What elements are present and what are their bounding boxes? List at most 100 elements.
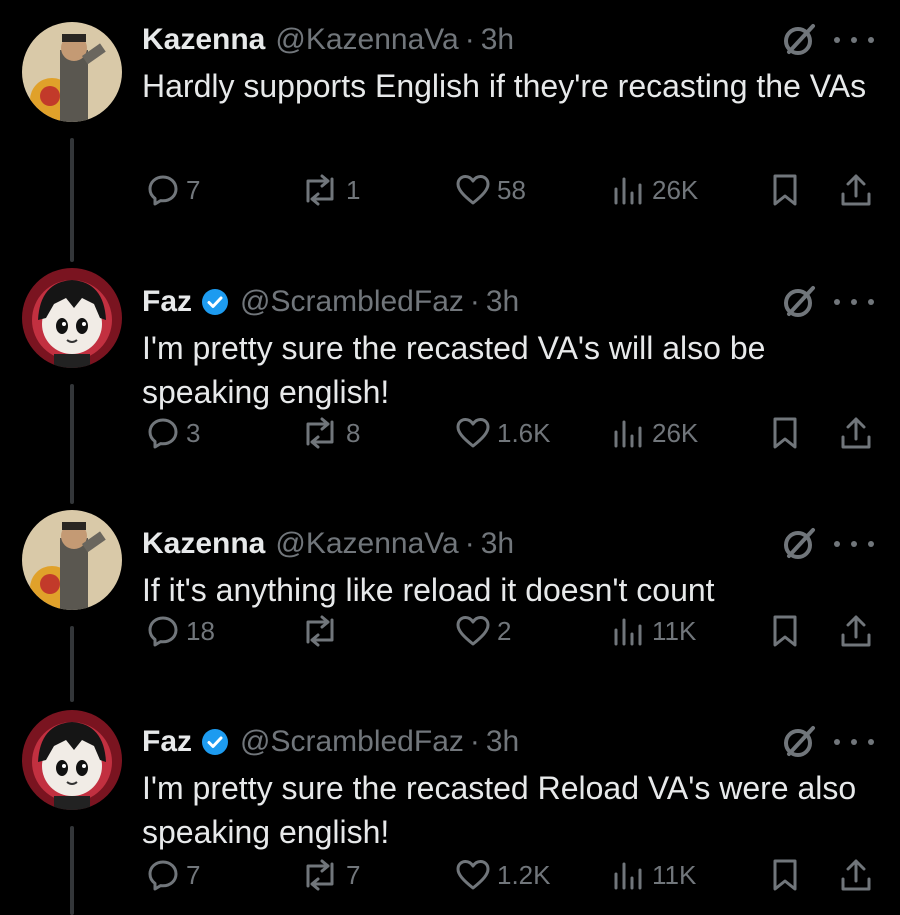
tweet-header: Kazenna @KazennaVa · 3h	[142, 524, 514, 564]
like-button[interactable]: 2	[455, 611, 511, 651]
tweet-text: I'm pretty sure the recasted VA's will a…	[142, 330, 766, 410]
repost-icon	[306, 859, 334, 891]
reply-icon	[148, 418, 178, 449]
avatar-faz[interactable]	[22, 710, 122, 810]
like-button[interactable]: 1.6K	[455, 413, 551, 453]
bookmark-button[interactable]	[768, 611, 802, 651]
reply-count: 18	[186, 615, 215, 646]
tweet-actions: 3 8 1.6K 26K	[0, 413, 900, 453]
verified-badge-icon[interactable]	[200, 727, 230, 757]
separator-dot: ·	[464, 527, 475, 560]
tweet-text: Hardly supports English if they're recas…	[142, 68, 867, 104]
like-button[interactable]: 58	[455, 170, 526, 210]
tweet-text: I'm pretty sure the recasted Reload VA's…	[142, 770, 857, 850]
bookmark-icon	[773, 174, 797, 206]
like-count: 58	[497, 174, 526, 205]
grok-icon[interactable]	[781, 22, 817, 58]
grok-icon[interactable]	[781, 724, 817, 760]
share-icon	[841, 417, 871, 449]
tweet-actions: 18 2 11K	[0, 611, 900, 651]
views-icon	[614, 177, 642, 205]
repost-button[interactable]: 8	[300, 413, 360, 453]
bookmark-button[interactable]	[768, 855, 802, 895]
bookmark-icon	[773, 417, 797, 449]
reply-icon	[148, 860, 178, 891]
reply-button[interactable]: 7	[146, 170, 200, 210]
display-name[interactable]: Faz	[142, 285, 192, 319]
reply-icon	[148, 175, 178, 206]
repost-button[interactable]: 1	[300, 170, 360, 210]
views-icon	[614, 618, 642, 646]
tweet[interactable]: Kazenna @KazennaVa · 3h Hardly supports …	[0, 0, 900, 262]
bookmark-button[interactable]	[768, 413, 802, 453]
repost-icon	[306, 615, 334, 647]
user-handle[interactable]: @ScrambledFaz	[240, 725, 464, 759]
views-count: 26K	[652, 174, 699, 205]
share-button[interactable]	[838, 413, 874, 453]
bookmark-button[interactable]	[768, 170, 802, 210]
repost-count: 7	[346, 859, 361, 890]
user-handle[interactable]: @KazennaVa	[275, 527, 458, 561]
avatar-kazenna[interactable]	[22, 510, 122, 610]
more-icon[interactable]	[834, 284, 874, 320]
views-button[interactable]: 26K	[610, 170, 698, 210]
tweet[interactable]: Faz @ScrambledFaz · 3h I'm pretty sure t…	[0, 702, 900, 915]
share-icon	[841, 615, 871, 647]
verified-badge-icon[interactable]	[200, 287, 230, 317]
repost-count: 8	[346, 417, 361, 448]
like-button[interactable]: 1.2K	[455, 855, 551, 895]
views-icon	[614, 420, 642, 448]
reply-button[interactable]: 18	[146, 611, 215, 651]
tweet-actions: 7 7 1.2K 11K	[0, 855, 900, 895]
more-icon[interactable]	[834, 526, 874, 562]
like-count: 2	[497, 615, 512, 646]
reply-count: 7	[186, 859, 201, 890]
timestamp[interactable]: 3h	[486, 725, 519, 759]
user-handle[interactable]: @ScrambledFaz	[240, 285, 464, 319]
bookmark-icon	[773, 615, 797, 647]
more-icon[interactable]	[834, 724, 874, 760]
timestamp[interactable]: 3h	[481, 527, 514, 561]
reply-button[interactable]: 3	[146, 413, 200, 453]
reply-thread: Kazenna @KazennaVa · 3h Hardly supports …	[0, 0, 900, 915]
reply-count: 3	[186, 417, 201, 448]
views-count: 11K	[652, 859, 697, 890]
repost-count: 1	[346, 174, 361, 205]
tweet-header: Faz @ScrambledFaz · 3h	[142, 722, 519, 762]
repost-icon	[306, 174, 334, 206]
views-button[interactable]: 26K	[610, 413, 698, 453]
heart-icon	[456, 418, 490, 448]
repost-button[interactable]	[300, 611, 346, 651]
timestamp[interactable]: 3h	[486, 285, 519, 319]
views-button[interactable]: 11K	[610, 855, 696, 895]
user-handle[interactable]: @KazennaVa	[275, 23, 458, 57]
share-button[interactable]	[838, 611, 874, 651]
timestamp[interactable]: 3h	[481, 23, 514, 57]
share-button[interactable]	[838, 170, 874, 210]
heart-icon	[456, 860, 490, 890]
display-name[interactable]: Kazenna	[142, 527, 265, 561]
heart-icon	[456, 616, 490, 646]
avatar-faz[interactable]	[22, 268, 122, 368]
separator-dot: ·	[464, 23, 475, 56]
tweet-text: If it's anything like reload it doesn't …	[142, 572, 715, 608]
share-icon	[841, 859, 871, 891]
avatar-kazenna[interactable]	[22, 22, 122, 122]
reply-button[interactable]: 7	[146, 855, 200, 895]
display-name[interactable]: Faz	[142, 725, 192, 759]
tweet[interactable]: Faz @ScrambledFaz · 3h I'm pretty sure t…	[0, 262, 900, 504]
display-name[interactable]: Kazenna	[142, 23, 265, 57]
views-button[interactable]: 11K	[610, 611, 696, 651]
like-count: 1.2K	[497, 859, 551, 890]
repost-icon	[306, 417, 334, 449]
share-button[interactable]	[838, 855, 874, 895]
tweet-header: Kazenna @KazennaVa · 3h	[142, 20, 514, 60]
reply-icon	[148, 616, 178, 647]
tweet[interactable]: Kazenna @KazennaVa · 3h If it's anything…	[0, 504, 900, 702]
more-icon[interactable]	[834, 22, 874, 58]
grok-icon[interactable]	[781, 526, 817, 562]
grok-icon[interactable]	[781, 284, 817, 320]
repost-button[interactable]: 7	[300, 855, 360, 895]
separator-dot: ·	[469, 285, 480, 318]
bookmark-icon	[773, 859, 797, 891]
